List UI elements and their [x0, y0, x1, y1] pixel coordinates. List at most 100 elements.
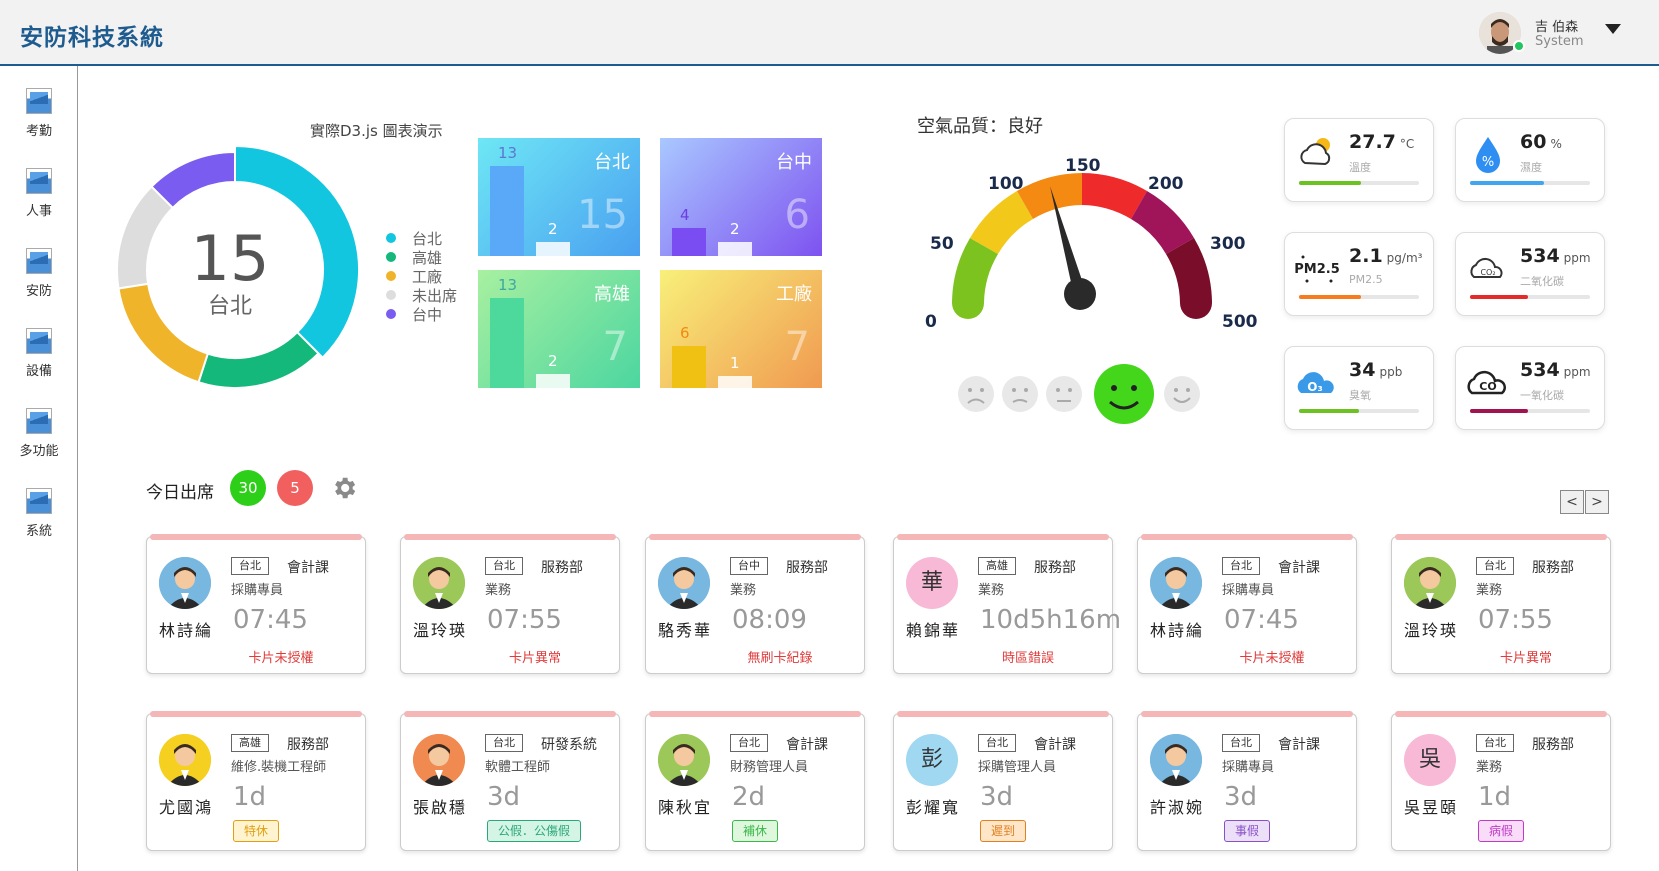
attendance-card[interactable]: 吳吳昱頤 台北 服務部 業務 1d 病假: [1391, 711, 1611, 851]
tile-total: 7: [784, 324, 810, 370]
location-tag: 台北: [485, 734, 523, 752]
legend-dot: [386, 309, 396, 319]
person-name: 林詩綸: [159, 621, 214, 640]
next-page-button[interactable]: >: [1585, 490, 1609, 514]
present-count-badge[interactable]: 30: [230, 470, 266, 506]
tile-bar-secondary-label: 2: [548, 220, 558, 239]
gauge-needle-hub: [1064, 278, 1096, 310]
sensor-name: 二氧化碳: [1520, 275, 1564, 288]
sidebar-item-multifunction[interactable]: 多功能: [0, 408, 78, 478]
tile-total: 15: [577, 192, 628, 238]
sidebar-item-attendance[interactable]: 考勤: [0, 88, 78, 158]
attendance-card[interactable]: 溫玲瑛 台北 服務部 業務 07:55 卡片異常: [400, 534, 620, 674]
city-tile[interactable]: 高雄 7 13 2: [478, 270, 640, 388]
sensor-value: 60: [1520, 131, 1547, 153]
check-in-time: 1d: [1478, 782, 1512, 812]
leave-type-tag: 病假: [1478, 820, 1525, 842]
sensor-card[interactable]: O₃ 34 ppb 臭氧: [1284, 346, 1434, 430]
legend-item[interactable]: 未出席: [386, 285, 457, 305]
person-name: 林詩綸: [1150, 621, 1205, 640]
avatar: [1150, 734, 1202, 786]
person-name: 許淑婉: [1150, 798, 1205, 817]
attendance-card[interactable]: 彭彭耀寬 台北 會計課 採購管理人員 3d 遲到: [893, 711, 1113, 851]
sidebar-item-label: 人事: [25, 204, 52, 219]
check-in-time: 3d: [1224, 782, 1258, 812]
person-name: 溫玲瑛: [1404, 621, 1459, 640]
attendance-card[interactable]: 尤國鴻 高雄 服務部 維修.裝機工程師 1d 特休: [146, 711, 366, 851]
legend-item[interactable]: 高雄: [386, 247, 457, 267]
attendance-card[interactable]: 林詩綸 台北 會計課 採購專員 07:45 卡片未授權: [146, 534, 366, 674]
legend-item[interactable]: 台中: [386, 304, 457, 324]
sensor-level-track: [1470, 295, 1590, 299]
donut-slice-台中[interactable]: [150, 150, 236, 210]
sensor-unit: %: [1550, 137, 1562, 151]
sensor-card[interactable]: PM2.5 2.1 pg/m³ PM2.5: [1284, 232, 1434, 316]
avatar: 彭: [906, 734, 958, 786]
gear-icon[interactable]: [330, 474, 358, 502]
leave-type-tag: 遲到: [980, 820, 1027, 842]
attendance-card[interactable]: 林詩綸 台北 會計課 採購專員 07:45 卡片未授權: [1137, 534, 1357, 674]
card-status: 卡片未授權: [1239, 651, 1305, 666]
avatar: 華: [906, 557, 958, 609]
sidebar: 考勤 人事 安防 設備 多功能 系統: [0, 66, 78, 871]
sensor-card[interactable]: CO₂ 534 ppm 二氧化碳: [1455, 232, 1605, 316]
donut-center-value: 15: [190, 222, 270, 295]
sensor-value-line: 34 ppb: [1349, 359, 1402, 381]
location-tag: 台北: [978, 734, 1016, 752]
tile-bar-secondary-label: 2: [730, 220, 740, 239]
location-tag: 台北: [1222, 734, 1260, 752]
person-avatar-image: [658, 734, 710, 786]
card-top-bar: [649, 534, 861, 540]
department: 服務部: [1532, 737, 1574, 753]
sad-face-icon: [958, 376, 994, 412]
location-tag: 高雄: [231, 734, 269, 752]
check-in-time: 07:55: [1478, 605, 1553, 635]
check-in-time: 1d: [233, 782, 267, 812]
person-avatar-image: [159, 734, 211, 786]
sensor-card[interactable]: % 60% 濕度: [1455, 118, 1605, 202]
location-tag: 台中: [730, 557, 768, 575]
user-role: System: [1535, 34, 1584, 49]
city-tile[interactable]: 工廠 7 6 1: [660, 270, 822, 388]
image-icon: [26, 328, 52, 354]
department: 會計課: [1034, 737, 1076, 753]
city-tile[interactable]: 台北 15 13 2: [478, 138, 640, 256]
gauge-cap-left: [952, 287, 984, 319]
air-quality-title: 空氣品質：良好: [917, 116, 1043, 137]
sidebar-item-personnel[interactable]: 人事: [0, 168, 78, 238]
sensor-value-line: 27.7 °C: [1349, 131, 1414, 153]
attendance-card[interactable]: 溫玲瑛 台北 服務部 業務 07:55 卡片異常: [1391, 534, 1611, 674]
attendance-card[interactable]: 陳秋宜 台北 會計課 財務管理人員 2d 補休: [645, 711, 865, 851]
check-in-time: 07:45: [1224, 605, 1299, 635]
avatar: [413, 557, 465, 609]
sensor-card[interactable]: 27.7 °C 溫度: [1284, 118, 1434, 202]
department: 服務部: [1532, 560, 1574, 576]
donut-slice-未出席[interactable]: [116, 185, 175, 290]
tile-bar-secondary: [718, 376, 752, 388]
legend-item[interactable]: 工廠: [386, 266, 457, 286]
sidebar-item-label: 考勤: [25, 124, 52, 139]
attendance-card[interactable]: 華賴錦華 高雄 服務部 業務 10d5h16m 時區錯誤: [893, 534, 1121, 674]
person-name: 彭耀寬: [906, 798, 961, 817]
attendance-card[interactable]: 許淑婉 台北 會計課 採購專員 3d 事假: [1137, 711, 1357, 851]
legend-item[interactable]: 台北: [386, 228, 457, 248]
job-title: 財務管理人員: [730, 760, 809, 775]
donut-legend: 台北 高雄 工廠 未出席 台中: [386, 228, 457, 324]
sensor-unit: °C: [1399, 137, 1415, 151]
sidebar-item-equipment[interactable]: 設備: [0, 328, 78, 398]
top-header: 安防科技系統 吉 伯森 System: [0, 0, 1659, 66]
attendance-card[interactable]: 駱秀華 台中 服務部 業務 08:09 無刷卡紀錄: [645, 534, 865, 674]
prev-page-button[interactable]: <: [1560, 490, 1584, 514]
absent-count-badge[interactable]: 5: [277, 470, 313, 506]
sidebar-item-system[interactable]: 系統: [0, 488, 78, 558]
donut-slice-高雄[interactable]: [197, 330, 320, 389]
city-tile[interactable]: 台中 6 4 2: [660, 138, 822, 256]
gauge-label: 200: [1148, 174, 1184, 194]
chevron-down-icon[interactable]: [1605, 24, 1621, 34]
user-menu[interactable]: 吉 伯森 System: [1479, 12, 1629, 54]
sidebar-item-security[interactable]: 安防: [0, 248, 78, 318]
tile-city: 台中: [776, 152, 812, 173]
attendance-card[interactable]: 張啟穩 台北 研發系統 軟體工程師 3d 公假．公傷假: [400, 711, 620, 851]
sensor-card[interactable]: CO 534 ppm 一氧化碳: [1455, 346, 1605, 430]
card-status: 卡片異常: [508, 651, 561, 666]
